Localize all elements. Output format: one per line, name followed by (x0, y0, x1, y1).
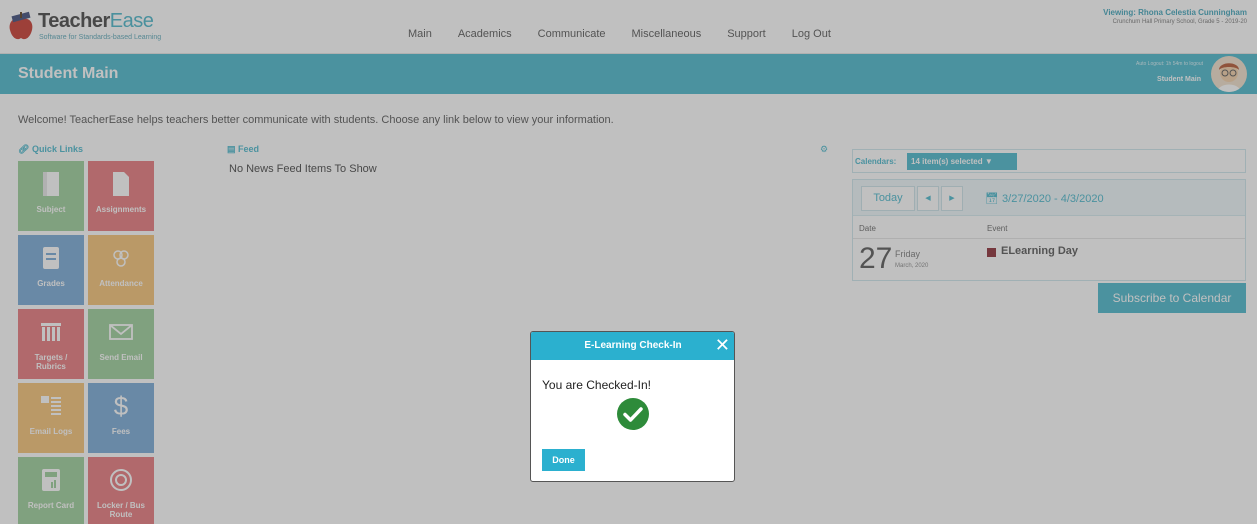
dialog-title: E-Learning Check-In (584, 340, 682, 351)
check-circle-icon (617, 398, 649, 430)
close-icon[interactable]: ✕ (715, 335, 730, 355)
done-button[interactable]: Done (542, 449, 585, 471)
checkin-message: You are Checked-In! (542, 378, 651, 392)
checkin-dialog: E-Learning Check-In ✕ You are Checked-In… (530, 331, 735, 482)
dialog-header: E-Learning Check-In ✕ (531, 332, 734, 360)
